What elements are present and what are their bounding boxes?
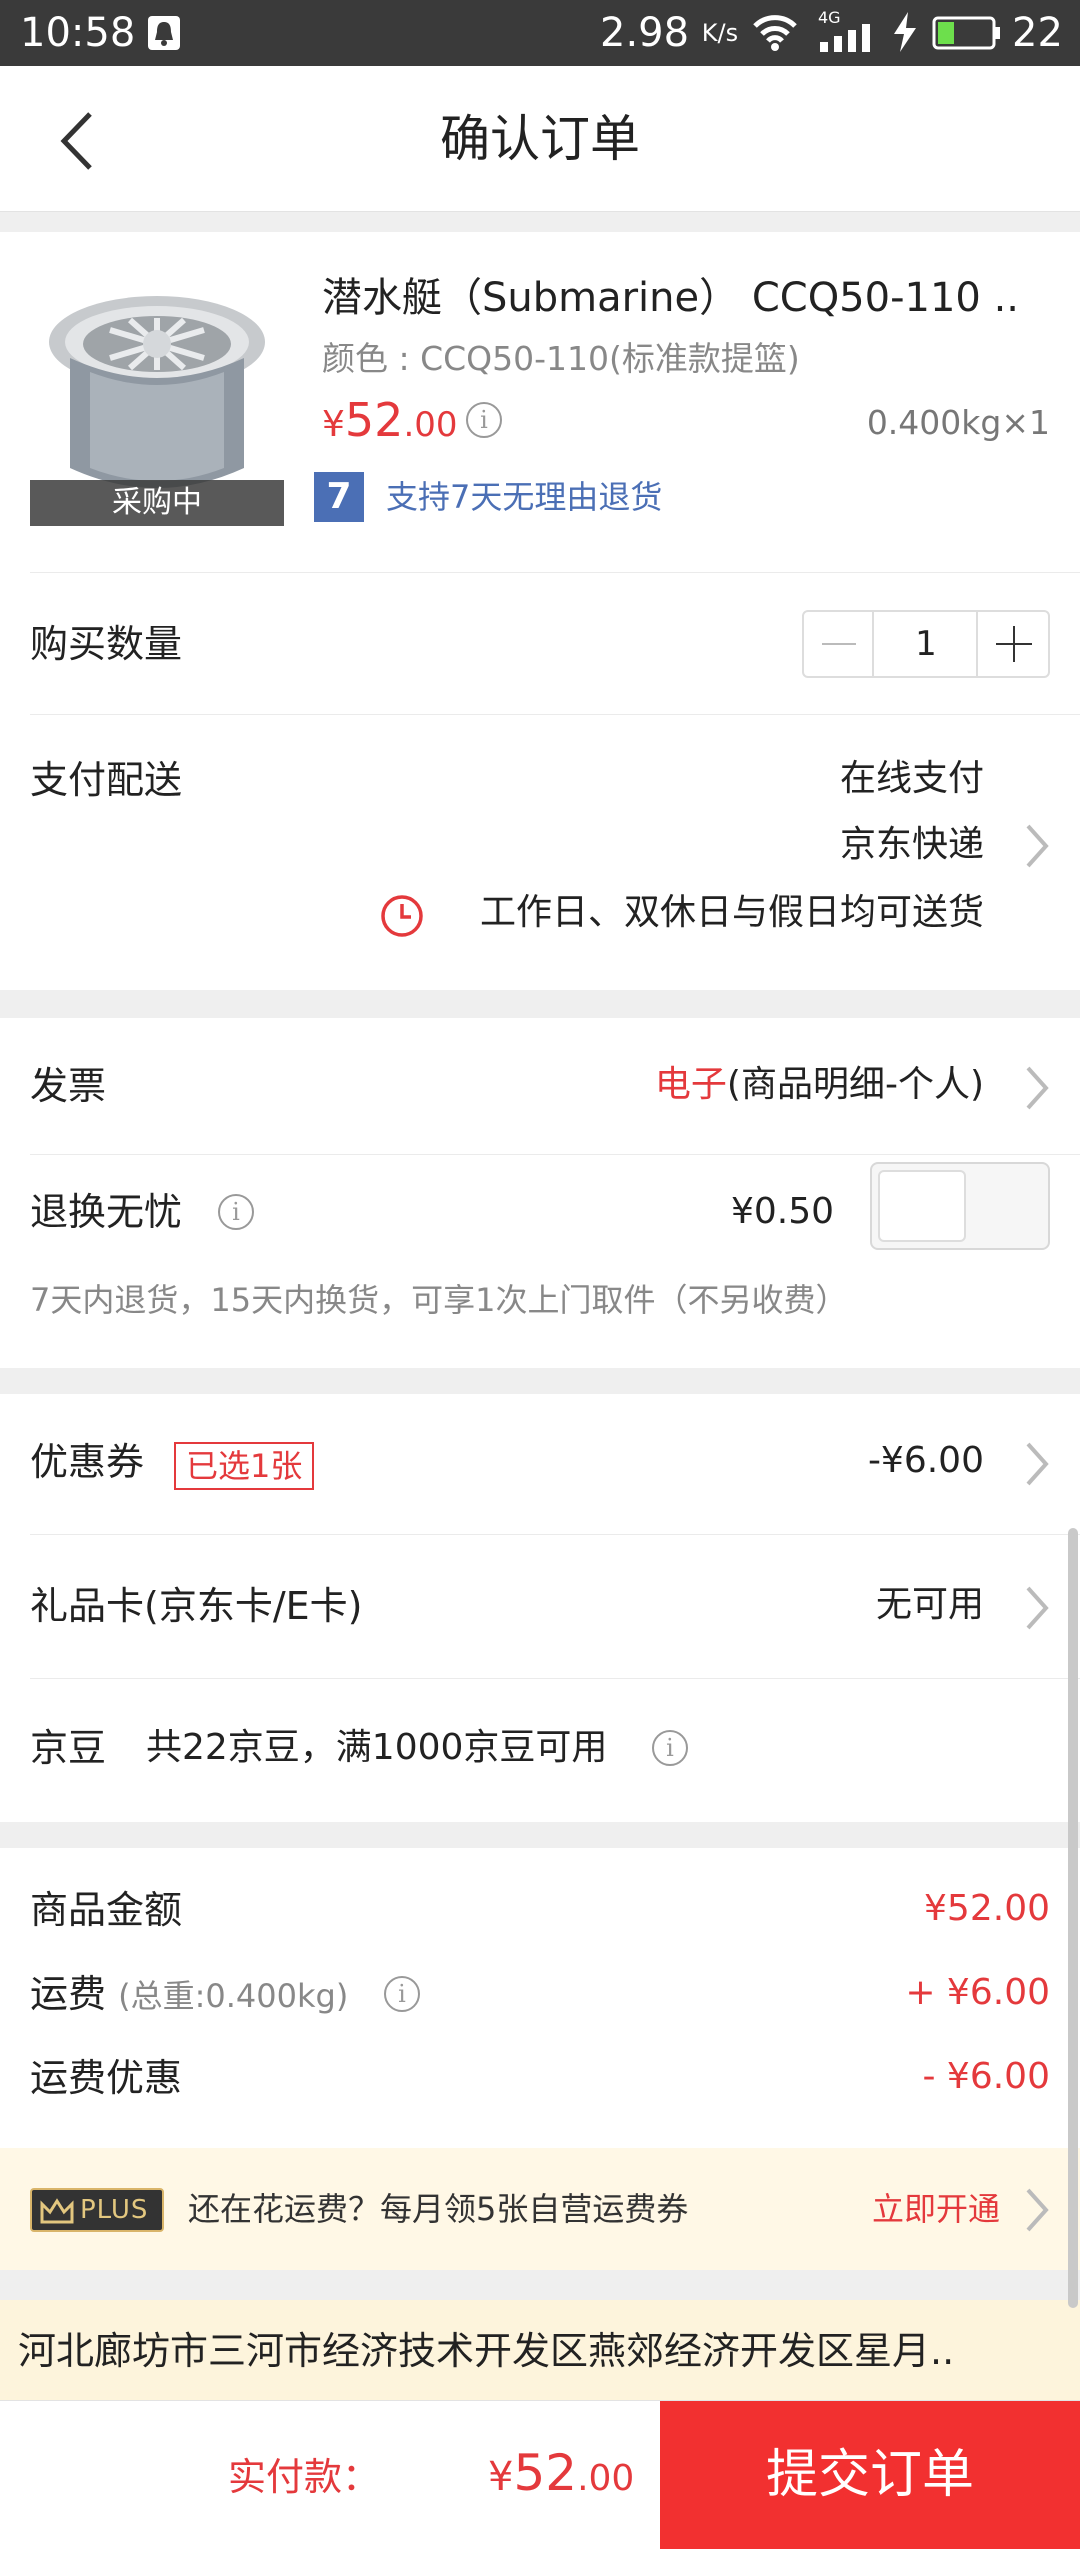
pay-label: 实付款： xyxy=(227,2455,380,2499)
jingdou-info-icon[interactable]: i xyxy=(652,1730,688,1766)
payment-delivery-label: 支付配送 xyxy=(30,758,183,802)
goods-amount-label: 商品金额 xyxy=(30,1888,183,1932)
worry-free-label: 退换无忧 xyxy=(30,1190,183,1234)
plus-badge: PLUS xyxy=(30,2188,164,2232)
product-status-label: 采购中 xyxy=(30,480,284,526)
quantity-increase-button[interactable] xyxy=(976,612,1048,676)
product-weight-qty: 0.400kg×1 xyxy=(866,403,1050,442)
chevron-right-icon xyxy=(1026,1586,1049,1630)
delivery-time: 工作日、双休日与假日均可送货 xyxy=(479,892,984,933)
quantity-value[interactable]: 1 xyxy=(874,612,978,676)
bottom-bar: 实付款： ¥52.00 提交订单 xyxy=(0,2400,1080,2549)
chevron-right-icon xyxy=(1026,2188,1049,2232)
product-spec: 颜色 : CCQ50-110(标准款提篮) xyxy=(322,339,800,378)
invoice-value: 电子(商品明细-个人) xyxy=(654,1064,984,1105)
quantity-label: 购买数量 xyxy=(30,622,183,666)
gift-card-label: 礼品卡(京东卡/E卡) xyxy=(30,1584,363,1628)
battery-level: 22 xyxy=(1012,10,1063,56)
coupon-label: 优惠券 xyxy=(30,1440,145,1484)
status-bar: 10:58 2.98 K/s 4G 22 xyxy=(0,0,1080,66)
network-speed: 2.98 K/s xyxy=(600,10,739,56)
order-summary: 商品金额 ¥52.00 运费 (总重:0.400kg) i + ¥6.00 运费… xyxy=(0,1848,1080,2148)
notification-bell-icon xyxy=(148,16,180,50)
worry-free-info-icon[interactable]: i xyxy=(218,1194,254,1230)
product-card[interactable]: 采购中 潜水艇（Submarine） CCQ50-110 .. 颜色 : CCQ… xyxy=(0,232,1080,572)
discount-card: 优惠券 已选1张 -¥6.00 礼品卡(京东卡/E卡) 无可用 京豆 共22京豆… xyxy=(0,1394,1080,1822)
clock-icon xyxy=(381,895,423,937)
payment-method: 在线支付 xyxy=(839,758,984,799)
toggle-knob xyxy=(878,1170,966,1242)
product-name[interactable]: 潜水艇（Submarine） CCQ50-110 .. xyxy=(322,270,1019,326)
worry-free-price: ¥0.50 xyxy=(730,1191,834,1232)
submit-order-button[interactable]: 提交订单 xyxy=(660,2401,1080,2549)
shipping-discount-value: - ¥6.00 xyxy=(922,2056,1051,2097)
plus-promo-banner[interactable]: PLUS 还在花运费？每月领5张自营运费券 立即开通 xyxy=(0,2148,1080,2270)
delivery-address: 河北廊坊市三河市经济技术开发区燕郊经济开发区星月.. xyxy=(18,2329,955,2373)
goods-amount-value: ¥52.00 xyxy=(924,1888,1050,1929)
quantity-stepper[interactable]: 1 xyxy=(802,610,1050,678)
worry-free-note: 7天内退货，15天内换货，可享1次上门取件（不另收费） xyxy=(30,1281,848,1319)
shipping-discount-label: 运费优惠 xyxy=(30,2056,183,2100)
coupon-value: -¥6.00 xyxy=(867,1440,984,1481)
chevron-right-icon xyxy=(1026,1066,1049,1110)
shipping-info-icon[interactable]: i xyxy=(384,1976,420,2012)
status-time: 10:58 xyxy=(20,10,136,56)
product-price: ¥52.00 xyxy=(322,393,458,447)
shipping-value: + ¥6.00 xyxy=(905,1972,1050,2013)
page-title: 确认订单 xyxy=(440,110,640,168)
gift-card-value: 无可用 xyxy=(875,1584,984,1625)
seven-day-return-icon: 7 xyxy=(314,472,364,522)
return-policy-text: 支持7天无理由退货 xyxy=(386,478,663,516)
invoice-label: 发票 xyxy=(30,1064,107,1108)
charging-bolt-icon xyxy=(894,12,916,52)
jingdou-desc: 共22京豆，满1000京豆可用 xyxy=(146,1727,608,1768)
coupon-selected-badge: 已选1张 xyxy=(174,1442,315,1490)
plus-promo-text: 还在花运费？每月领5张自营运费券 xyxy=(188,2190,689,2228)
plus-open-link[interactable]: 立即开通 xyxy=(872,2186,1000,2232)
chevron-right-icon xyxy=(1026,824,1049,868)
invoice-card: 发票 电子(商品明细-个人) 退换无忧 i ¥0.50 7天内退货，15天内换货… xyxy=(0,1018,1080,1368)
battery-icon xyxy=(932,16,1000,50)
price-info-icon[interactable]: i xyxy=(466,402,502,438)
chevron-right-icon xyxy=(1026,1442,1049,1486)
quantity-payment-card: 购买数量 1 支付配送 在线支付 京东快递 工作日、双休日与假日均可送货 xyxy=(0,572,1080,990)
scrollbar[interactable] xyxy=(1068,1528,1078,2308)
address-bar[interactable]: 河北廊坊市三河市经济技术开发区燕郊经济开发区星月.. xyxy=(0,2300,1080,2400)
shipping-label: 运费 (总重:0.400kg) xyxy=(30,1972,349,2016)
page-header: 确认订单 xyxy=(0,66,1080,212)
signal-icon xyxy=(820,24,870,52)
wifi-icon xyxy=(753,15,797,51)
pay-amount: ¥52.00 xyxy=(488,2444,635,2502)
quantity-decrease-button[interactable] xyxy=(804,612,874,676)
delivery-method: 京东快递 xyxy=(839,824,984,865)
jingdou-label: 京豆 xyxy=(30,1726,107,1770)
worry-free-toggle[interactable] xyxy=(870,1162,1050,1250)
crown-icon xyxy=(40,2198,74,2224)
